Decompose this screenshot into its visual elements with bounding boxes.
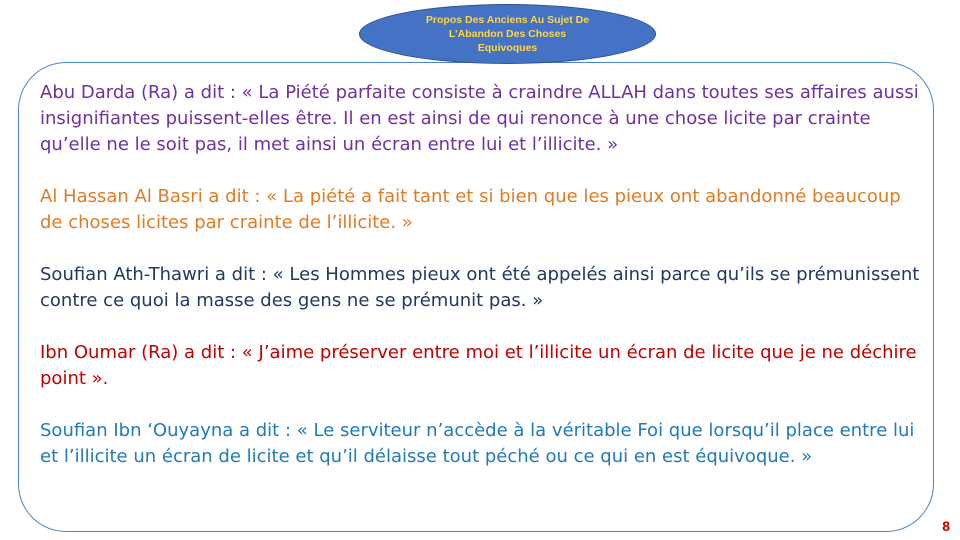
slide-title: Propos Des Anciens Au Sujet De L’Abandon… [408, 13, 608, 55]
title-line-3: Equivoques [477, 42, 538, 54]
quote-soufian-thawri: Soufian Ath-Thawri a dit : « Les Hommes … [40, 264, 920, 311]
quote-abu-darda: Abu Darda (Ra) a dit : « La Piété parfai… [40, 82, 919, 155]
quote-ibn-oumar: Ibn Oumar (Ra) a dit : « J’aime préserve… [40, 342, 917, 389]
title-line-2: L’Abandon Des Choses [448, 28, 567, 40]
quote-hassan-basri: Al Hassan Al Basri a dit : « La piété a … [40, 186, 901, 233]
quotes-list: Abu Darda (Ra) a dit : « La Piété parfai… [40, 80, 920, 470]
title-line-1: Propos Des Anciens Au Sujet De [425, 14, 590, 26]
title-banner: Propos Des Anciens Au Sujet De L’Abandon… [359, 4, 656, 64]
page-number: 8 [942, 518, 950, 534]
quote-soufian-ouyayna: Soufian Ibn ‘Ouyayna a dit : « Le servit… [40, 420, 915, 467]
